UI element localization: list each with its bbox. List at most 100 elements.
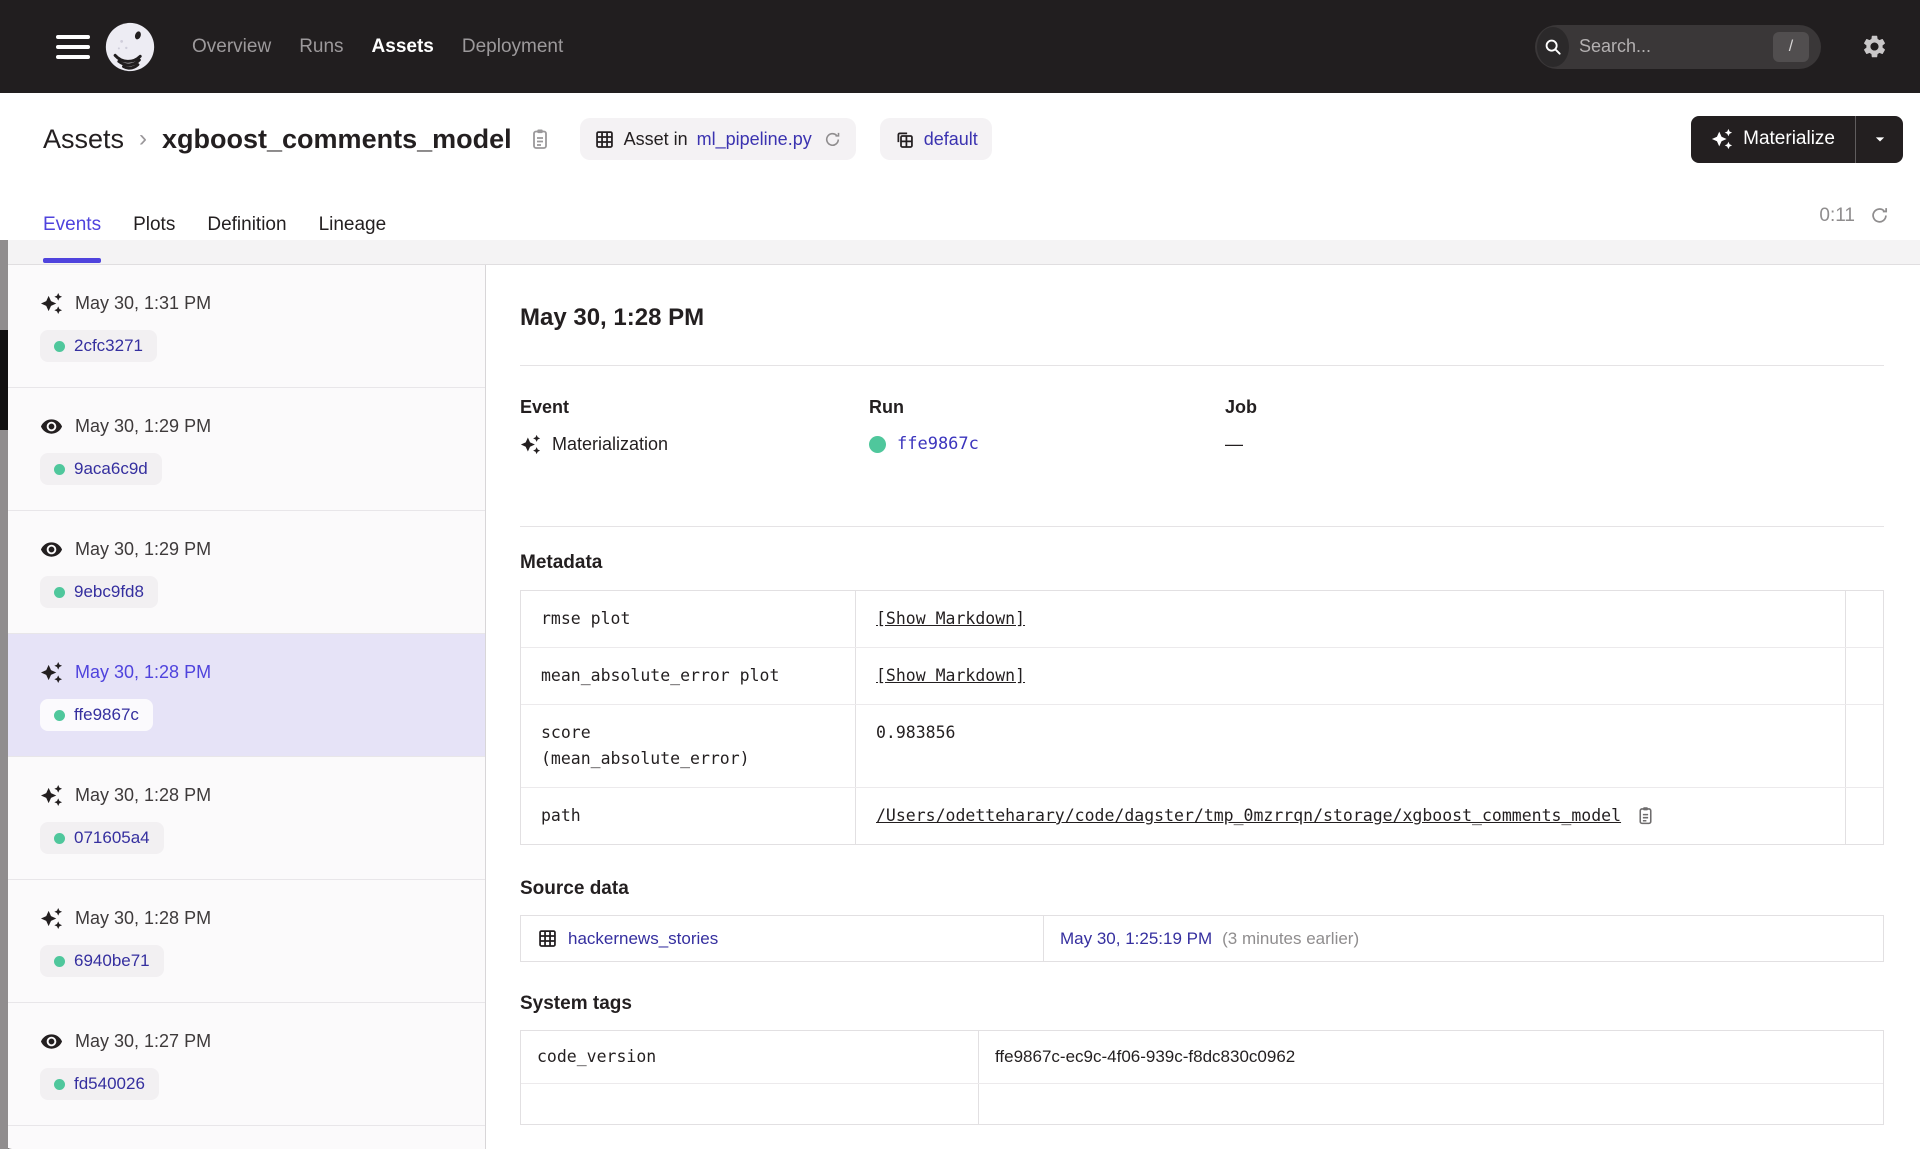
tab-plots[interactable]: Plots <box>133 185 175 264</box>
table-row: score (mean_absolute_error) 0.983856 <box>521 705 1883 788</box>
materialize-label: Materialize <box>1743 128 1835 149</box>
tab-lineage[interactable]: Lineage <box>319 185 387 264</box>
run-id-pill[interactable]: fd540026 <box>40 1068 159 1100</box>
run-id-link[interactable]: 9ebc9fd8 <box>74 582 144 602</box>
event-detail-panel: May 30, 1:28 PM Event Materialization Ru… <box>486 265 1920 1149</box>
reload-definitions-icon[interactable] <box>823 130 842 149</box>
table-row: path /Users/odetteharary/code/dagster/tm… <box>521 788 1883 844</box>
run-id-link[interactable]: ffe9867c <box>74 705 139 725</box>
content: May 30, 1:31 PM 2cfc3271 May 30, 1:29 PM… <box>0 265 1920 1149</box>
source-relative-time: (3 minutes earlier) <box>1222 928 1360 948</box>
nav-item-overview[interactable]: Overview <box>192 36 271 58</box>
materialization-sparkle-icon <box>40 907 63 930</box>
event-time: May 30, 1:27 PM <box>75 1031 212 1051</box>
repo-badge[interactable]: default <box>879 118 992 160</box>
storage-path-link[interactable]: /Users/odetteharary/code/dagster/tmp_0mz… <box>876 803 1621 829</box>
run-id-link[interactable]: fd540026 <box>74 1074 145 1094</box>
table-spacer-cell <box>1845 705 1883 787</box>
event-type-value: Materialization <box>552 434 669 454</box>
source-timestamp-link[interactable]: May 30, 1:25:19 PM <box>1060 929 1212 949</box>
search-icon <box>1537 26 1569 67</box>
run-id-link[interactable]: 2cfc3271 <box>74 336 143 356</box>
run-id-link[interactable]: 6940be71 <box>74 951 150 971</box>
run-id-link[interactable]: ffe9867c <box>897 432 979 456</box>
run-id-pill[interactable]: 6940be71 <box>40 945 164 977</box>
copy-path-icon[interactable] <box>1635 805 1656 826</box>
run-id-pill[interactable]: 2cfc3271 <box>40 330 157 362</box>
event-list-item[interactable]: May 30, 1:28 PM 071605a4 <box>0 757 485 880</box>
run-id-pill[interactable]: ffe9867c <box>40 699 153 731</box>
materialization-sparkle-icon <box>520 434 541 455</box>
timer-countdown: 0:11 <box>1819 204 1855 226</box>
materialization-sparkle-icon <box>40 292 63 315</box>
tag-key <box>521 1084 979 1124</box>
run-id-link[interactable]: 071605a4 <box>74 828 150 848</box>
copy-asset-name-icon[interactable] <box>528 127 552 151</box>
nav-item-deployment[interactable]: Deployment <box>462 36 563 58</box>
event-time: May 30, 1:29 PM <box>75 416 212 436</box>
event-time: May 30, 1:29 PM <box>75 539 212 559</box>
nav-item-assets[interactable]: Assets <box>372 36 434 58</box>
tab-events[interactable]: Events <box>43 185 102 264</box>
top-nav: Overview Runs Assets Deployment / <box>0 0 1920 93</box>
source-data-title: Source data <box>520 878 629 899</box>
event-summary: Event Materialization Run ffe9867c Job — <box>520 396 1884 456</box>
menu-icon[interactable] <box>56 34 90 59</box>
event-list-item[interactable]: May 30, 1:31 PM 2cfc3271 <box>0 265 485 388</box>
nav-links: Overview Runs Assets Deployment <box>192 36 563 58</box>
metadata-key: mean_absolute_error plot <box>521 648 856 704</box>
dagster-logo-icon[interactable] <box>104 20 156 73</box>
table-spacer-cell <box>1845 788 1883 844</box>
breadcrumb-assets-link[interactable]: Assets <box>43 124 124 155</box>
search-shortcut-key: / <box>1773 31 1809 62</box>
global-search[interactable]: / <box>1535 24 1821 69</box>
settings-gear-icon[interactable] <box>1861 33 1888 60</box>
event-list-item-selected[interactable]: May 30, 1:28 PM ffe9867c <box>0 634 485 757</box>
show-markdown-link[interactable]: [Show Markdown] <box>876 663 1025 689</box>
run-id-link[interactable]: 9aca6c9d <box>74 459 148 479</box>
metadata-key: path <box>521 788 856 844</box>
metadata-value: 0.983856 <box>876 723 956 742</box>
run-status-dot <box>54 586 65 598</box>
run-id-pill[interactable]: 071605a4 <box>40 822 164 854</box>
run-status-dot <box>54 832 65 844</box>
event-label: Event <box>520 397 570 417</box>
job-label: Job <box>1225 397 1258 417</box>
run-id-pill[interactable]: 9ebc9fd8 <box>40 576 158 608</box>
repo-default-link[interactable]: default <box>924 129 978 150</box>
source-asset-link[interactable]: hackernews_stories <box>568 929 718 949</box>
table-row: mean_absolute_error plot [Show Markdown] <box>521 648 1883 705</box>
source-asset-cell: hackernews_stories <box>521 916 1044 961</box>
nav-item-runs[interactable]: Runs <box>299 36 343 58</box>
asset-location-badge[interactable]: Asset in ml_pipeline.py <box>579 118 856 160</box>
materialize-dropdown-button[interactable] <box>1856 116 1903 163</box>
asset-location-prefix: Asset in <box>623 128 688 149</box>
refresh-timer: 0:11 <box>1819 185 1890 246</box>
tab-definition[interactable]: Definition <box>207 185 286 264</box>
event-time: May 30, 1:31 PM <box>75 293 212 313</box>
run-id-pill[interactable]: 9aca6c9d <box>40 453 162 485</box>
run-status-dot <box>869 435 886 453</box>
system-tags-title: System tags <box>520 993 632 1014</box>
divider <box>520 365 1884 366</box>
tabs-bar: Events Plots Definition Lineage 0:11 <box>0 185 1920 265</box>
system-tags-table: code_version ffe9867c-ec9c-4f06-939c-f8d… <box>520 1030 1884 1125</box>
job-value: — <box>1225 434 1243 454</box>
event-list-item[interactable]: May 30, 1:28 PM 6940be71 <box>0 880 485 1003</box>
asset-grid-icon <box>594 129 615 150</box>
event-list-item[interactable]: May 30, 1:29 PM 9ebc9fd8 <box>0 511 485 634</box>
observation-eye-icon <box>40 538 63 561</box>
event-time: May 30, 1:28 PM <box>75 908 212 928</box>
materialize-button[interactable]: Materialize <box>1691 116 1855 163</box>
background-window-edge-dark <box>0 330 8 430</box>
pipeline-file-link[interactable]: ml_pipeline.py <box>697 129 812 150</box>
show-markdown-link[interactable]: [Show Markdown] <box>876 606 1025 632</box>
event-list-item[interactable]: May 30, 1:29 PM 9aca6c9d <box>0 388 485 511</box>
asset-grid-icon <box>537 928 558 949</box>
materialization-sparkle-icon <box>40 661 63 684</box>
event-list-item[interactable]: May 30, 1:27 PM fd540026 <box>0 1003 485 1126</box>
refresh-icon[interactable] <box>1869 205 1890 226</box>
metadata-title: Metadata <box>520 552 603 573</box>
run-status-dot <box>54 340 65 352</box>
metadata-key: score (mean_absolute_error) <box>521 705 856 787</box>
